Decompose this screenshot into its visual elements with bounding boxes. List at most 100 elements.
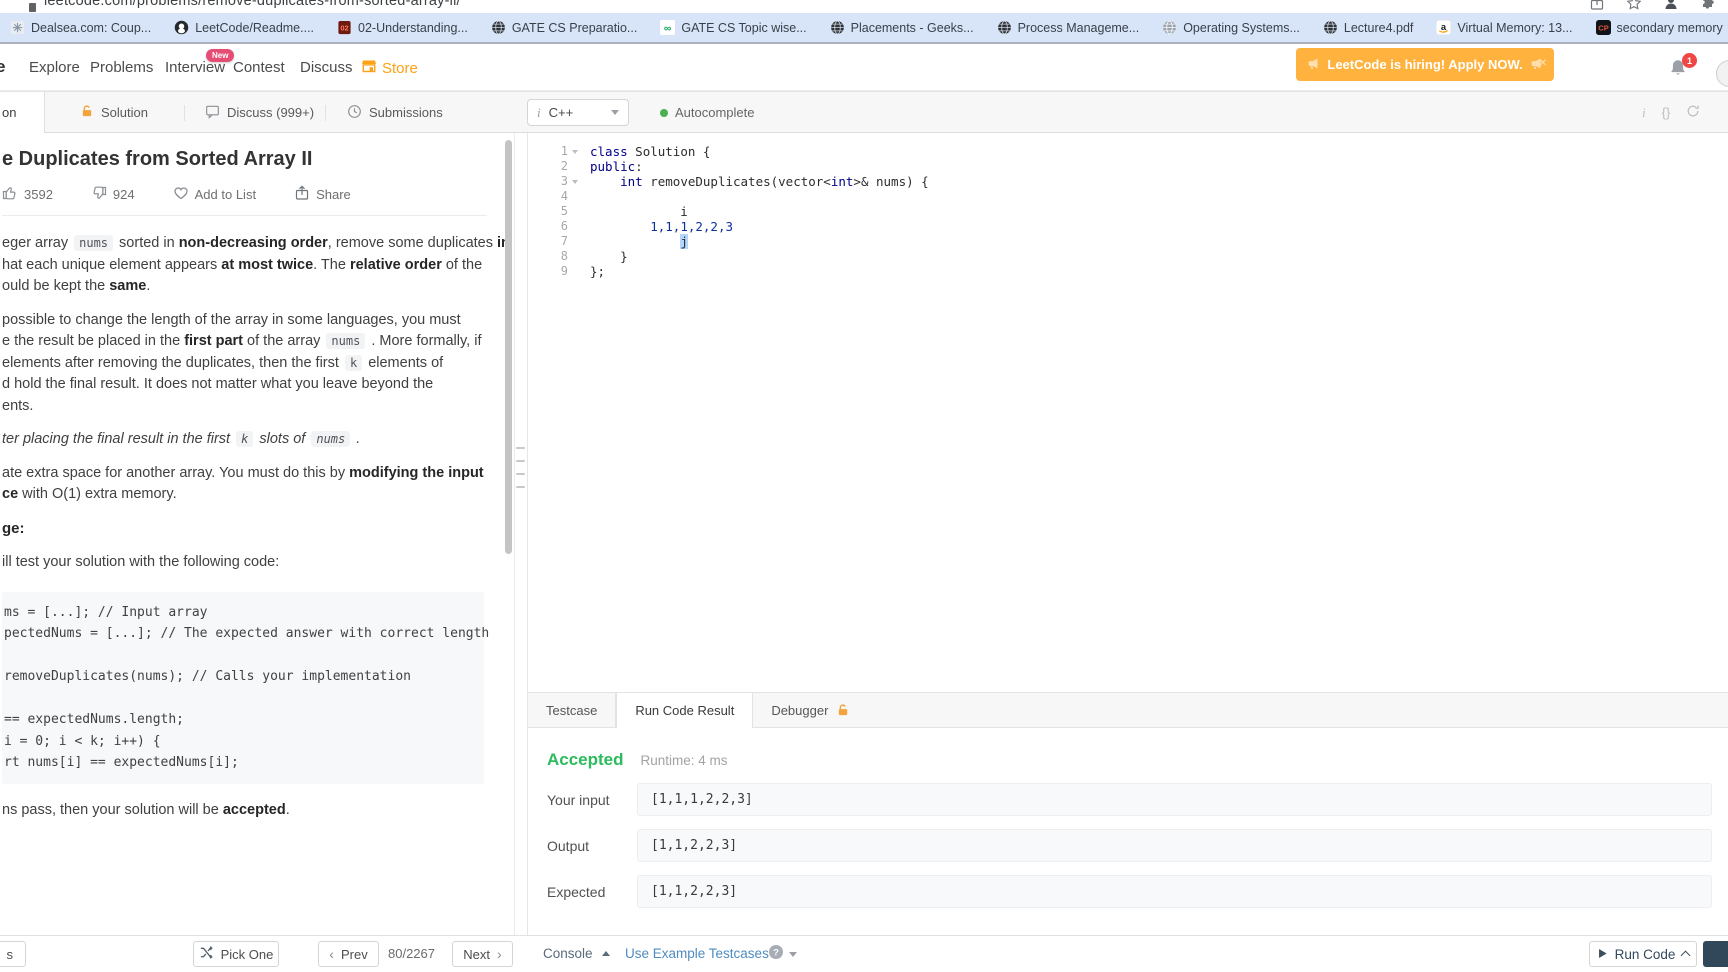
tab-run-code-result[interactable]: Run Code Result: [616, 693, 753, 728]
language-select[interactable]: i C++: [527, 99, 629, 126]
hiring-banner[interactable]: LeetCode is hiring! Apply NOW. ×: [1296, 48, 1554, 81]
fold-caret-icon[interactable]: [568, 144, 582, 159]
editor-line[interactable]: 7 j: [528, 234, 1728, 249]
description-line: d hold the final result. It does not mat…: [2, 374, 487, 396]
judge-code-block: ms = [...]; // Input arraypectedNums = […: [2, 592, 484, 784]
fold-gutter: [568, 234, 582, 249]
store-icon: [361, 58, 377, 78]
notification-badge: 1: [1682, 53, 1697, 68]
bookmark[interactable]: Lecture4.pdf: [1323, 20, 1414, 35]
nav-item-contest[interactable]: Contest: [233, 59, 285, 76]
share-icon[interactable]: [1589, 0, 1605, 13]
help-control[interactable]: ?: [768, 944, 797, 965]
braces-icon[interactable]: {}: [1662, 105, 1671, 120]
prev-button[interactable]: ‹ Prev: [318, 941, 379, 967]
result-row-value[interactable]: [1,1,2,2,3]: [637, 829, 1712, 862]
pick-one-button[interactable]: Pick One: [193, 941, 279, 967]
star-icon[interactable]: [1626, 0, 1642, 13]
bookmark[interactable]: Dealsea.com: Coup...: [10, 20, 151, 35]
submit-button-partial[interactable]: [1703, 941, 1728, 967]
tab-description-partial[interactable]: on: [0, 92, 45, 133]
bookmark[interactable]: Process Manageme...: [997, 20, 1140, 35]
share-button[interactable]: Share: [294, 185, 351, 204]
extensions-puzzle-icon[interactable]: [1700, 0, 1716, 13]
bookmark[interactable]: Operating Systems...: [1162, 20, 1300, 35]
scrollbar-thumb[interactable]: [505, 140, 512, 554]
bookmark-label: Placements - Geeks...: [851, 21, 974, 35]
panel-resize-handle[interactable]: [516, 447, 525, 449]
result-row-value[interactable]: [1,1,2,2,3]: [637, 875, 1712, 908]
bold-text: non-decreasing order: [179, 235, 328, 251]
nav-item-problems[interactable]: Problems: [90, 59, 153, 76]
plain-code: Solution {: [628, 144, 711, 159]
result-row-label: Expected: [547, 884, 637, 900]
editor-line[interactable]: 9};: [528, 264, 1728, 279]
globe-icon: [830, 20, 845, 35]
nav-item-store[interactable]: Store: [361, 58, 418, 78]
code-text: [582, 189, 590, 204]
editor-line[interactable]: 6 1,1,1,2,2,3: [528, 219, 1728, 234]
code-text: };: [582, 264, 605, 279]
description-line: ould be kept the same.: [2, 276, 487, 298]
tab-submissions[interactable]: Submissions: [347, 92, 443, 133]
tab-debugger[interactable]: Debugger: [753, 693, 868, 727]
tab-discuss[interactable]: Discuss (999+): [205, 92, 314, 133]
keyword: int: [831, 174, 854, 189]
editor-line[interactable]: 3 int removeDuplicates(vector<int>& nums…: [528, 174, 1728, 189]
close-icon[interactable]: ×: [1539, 54, 1547, 70]
result-row-value[interactable]: [1,1,1,2,2,3]: [637, 783, 1712, 816]
panel-resize-handle[interactable]: [516, 486, 525, 488]
text: d hold the final result. It does not mat…: [2, 376, 433, 392]
tab-solution[interactable]: Solution: [80, 92, 148, 133]
bookmark-label: Virtual Memory: 13...: [1457, 21, 1572, 35]
use-example-testcases-link[interactable]: Use Example Testcases: [625, 946, 769, 961]
editor-line[interactable]: 4: [528, 189, 1728, 204]
bookmark[interactable]: CPsecondary memory: [1596, 20, 1723, 35]
bookmark[interactable]: GATE CS Preparatio...: [491, 20, 638, 35]
url-text[interactable]: leetcode.com/problems/remove-duplicates-…: [44, 0, 461, 9]
editor-line[interactable]: 1class Solution {: [528, 144, 1728, 159]
bookmark[interactable]: 0202-Understanding...: [337, 20, 468, 35]
selected-text: j: [680, 234, 688, 249]
panel-resize-handle[interactable]: [516, 473, 525, 475]
bookmark[interactable]: aVirtual Memory: 13...: [1436, 20, 1572, 35]
leetcode-logo-partial[interactable]: e: [0, 57, 5, 77]
info-icon[interactable]: i: [1642, 105, 1646, 121]
add-to-list-button[interactable]: Add to List: [173, 185, 256, 204]
text: slots of: [255, 431, 309, 447]
autocomplete-indicator[interactable]: Autocomplete: [660, 105, 755, 120]
code-text: class Solution {: [582, 144, 710, 159]
plain-code: }: [590, 249, 628, 264]
nav-item-discuss[interactable]: Discuss: [300, 59, 353, 76]
editor-line[interactable]: 2public:: [528, 159, 1728, 174]
spacer: [2, 506, 487, 518]
avatar[interactable]: [1716, 60, 1728, 87]
bookmark[interactable]: LeetCode/Readme....: [174, 20, 314, 35]
text: possible to change the length of the arr…: [2, 312, 461, 328]
tab-label: Run Code Result: [635, 703, 734, 718]
fold-caret-icon[interactable]: [568, 174, 582, 189]
partial-left-button[interactable]: s: [0, 941, 26, 967]
dislike-control[interactable]: 924: [91, 185, 135, 204]
reddoc-icon: 02: [337, 20, 352, 35]
run-code-button[interactable]: Run Code: [1589, 941, 1697, 967]
profile-icon[interactable]: [1663, 0, 1679, 13]
plain-code: removeDuplicates(vector<: [643, 174, 831, 189]
browser-url-bar[interactable]: leetcode.com/problems/remove-duplicates-…: [0, 0, 1728, 13]
editor-line[interactable]: 8 }: [528, 249, 1728, 264]
text: e the result be placed in the: [2, 333, 184, 349]
like-control[interactable]: 3592: [2, 185, 53, 204]
nav-item-explore[interactable]: Explore: [29, 59, 80, 76]
tab-testcase[interactable]: Testcase: [528, 693, 616, 727]
panel-resize-handle[interactable]: [516, 460, 525, 462]
bookmark[interactable]: ∞GATE CS Topic wise...: [660, 20, 806, 35]
lock-icon: [80, 104, 94, 121]
reset-icon[interactable]: [1686, 104, 1700, 121]
console-toggle[interactable]: Console: [543, 946, 610, 961]
next-button[interactable]: Next ›: [452, 941, 513, 967]
bold-text: ce: [2, 486, 18, 502]
bold-text: relative order: [350, 257, 442, 273]
editor-line[interactable]: 5 i: [528, 204, 1728, 219]
code-editor[interactable]: 1class Solution {2public:3 int removeDup…: [528, 133, 1728, 692]
bookmark[interactable]: Placements - Geeks...: [830, 20, 974, 35]
